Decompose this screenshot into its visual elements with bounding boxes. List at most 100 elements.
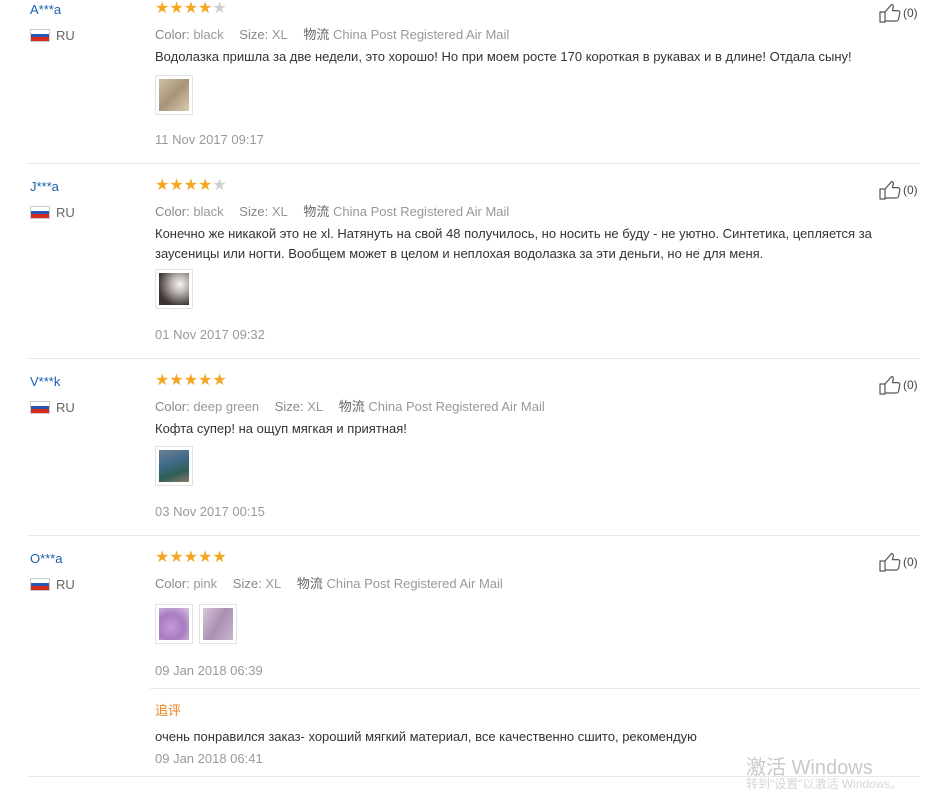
photo-list — [155, 269, 193, 309]
size-label: Size: — [274, 399, 304, 414]
star-rating: ★★★★★ — [155, 373, 227, 389]
color-label: Color: — [155, 27, 190, 42]
size-label: Size: — [232, 576, 262, 591]
star-icon: ★ — [212, 549, 227, 566]
size-label: Size: — [239, 204, 269, 219]
order-info: Color: black Size: XL 物流 China Post Regi… — [155, 201, 509, 220]
star-icon: ★ — [212, 372, 227, 389]
country-code: RU — [56, 205, 75, 220]
reviewer-country: RU — [30, 400, 75, 415]
helpful-button[interactable]: (0) — [879, 180, 918, 200]
review-photo[interactable] — [155, 75, 193, 115]
color-value: black — [193, 204, 224, 219]
color-label: Color: — [155, 576, 190, 591]
photo-list — [155, 75, 193, 115]
star-rating: ★★★★★ — [155, 178, 227, 194]
size-value: XL — [271, 204, 288, 219]
color-label: Color: — [155, 399, 190, 414]
order-info: Color: black Size: XL 物流 China Post Regi… — [155, 24, 509, 43]
review-date: 03 Nov 2017 00:15 — [155, 504, 265, 519]
helpful-button[interactable]: (0) — [879, 552, 918, 572]
star-rating: ★★★★★ — [155, 1, 227, 17]
star-rating: ★★★★★ — [155, 550, 227, 566]
photo-list — [155, 604, 237, 644]
review-text: Водолазка пришла за две недели, это хоро… — [155, 49, 852, 64]
helpful-count: (0) — [903, 378, 918, 392]
reviewer-name[interactable]: A***a — [30, 2, 61, 17]
size-value: XL — [265, 576, 282, 591]
star-icon: ★ — [183, 549, 199, 566]
review-photo[interactable] — [199, 604, 237, 644]
shipping-value: China Post Registered Air Mail — [326, 576, 503, 591]
country-code: RU — [56, 400, 75, 415]
star-icon: ★ — [155, 372, 170, 389]
reviewer-name[interactable]: J***a — [30, 179, 59, 194]
order-info: Color: pink Size: XL 物流 China Post Regis… — [155, 573, 503, 592]
thumbs-up-icon — [879, 3, 901, 23]
color-value: deep green — [193, 399, 260, 414]
review-date: 11 Nov 2017 09:17 — [155, 132, 264, 147]
star-icon: ★ — [169, 177, 184, 194]
size-value: XL — [307, 399, 324, 414]
star-empty-icon: ★ — [212, 0, 227, 17]
activation-watermark-subtitle: 转到"设置"以激活 Windows。 — [746, 777, 903, 791]
shipping-label: 物流 — [303, 27, 330, 42]
shipping-value: China Post Registered Air Mail — [333, 204, 510, 219]
russia-flag-icon — [30, 578, 50, 591]
color-value: pink — [193, 576, 218, 591]
thumbs-up-icon — [879, 180, 901, 200]
star-icon: ★ — [198, 0, 213, 17]
star-icon: ★ — [198, 177, 213, 194]
photo-list — [155, 446, 193, 486]
helpful-count: (0) — [903, 183, 918, 197]
size-label: Size: — [239, 27, 269, 42]
reviewer-name[interactable]: O***a — [30, 551, 63, 566]
divider — [28, 535, 920, 536]
star-icon: ★ — [169, 549, 184, 566]
review-photo[interactable] — [155, 269, 193, 309]
shipping-value: China Post Registered Air Mail — [368, 399, 545, 414]
followup-label: 追评 — [155, 703, 182, 718]
russia-flag-icon — [30, 29, 50, 42]
country-code: RU — [56, 28, 75, 43]
color-label: Color: — [155, 204, 190, 219]
divider — [28, 358, 920, 359]
thumbs-up-icon — [879, 552, 901, 572]
helpful-count: (0) — [903, 6, 918, 20]
divider — [150, 688, 920, 689]
divider — [28, 163, 920, 164]
review-text: Конечно же никакой это не xl. Натянуть н… — [155, 226, 872, 261]
star-icon: ★ — [155, 549, 170, 566]
shipping-value: China Post Registered Air Mail — [333, 27, 510, 42]
reviewer-country: RU — [30, 205, 75, 220]
shipping-label: 物流 — [338, 399, 365, 414]
shipping-label: 物流 — [296, 576, 323, 591]
star-icon: ★ — [169, 0, 184, 17]
star-icon: ★ — [198, 549, 213, 566]
helpful-count: (0) — [903, 555, 918, 569]
country-code: RU — [56, 577, 75, 592]
star-icon: ★ — [183, 177, 199, 194]
star-empty-icon: ★ — [212, 177, 227, 194]
reviewer-country: RU — [30, 28, 75, 43]
followup-date: 09 Jan 2018 06:41 — [155, 751, 263, 766]
color-value: black — [193, 27, 224, 42]
reviewer-country: RU — [30, 577, 75, 592]
review-photo[interactable] — [155, 446, 193, 486]
helpful-button[interactable]: (0) — [879, 3, 918, 23]
review-photo[interactable] — [155, 604, 193, 644]
star-icon: ★ — [198, 372, 213, 389]
thumbs-up-icon — [879, 375, 901, 395]
star-icon: ★ — [169, 372, 184, 389]
russia-flag-icon — [30, 206, 50, 219]
reviewer-name[interactable]: V***k — [30, 374, 60, 389]
followup-text: очень понравился заказ- хороший мягкий м… — [155, 729, 697, 744]
star-icon: ★ — [183, 372, 199, 389]
shipping-label: 物流 — [303, 204, 330, 219]
helpful-button[interactable]: (0) — [879, 375, 918, 395]
star-icon: ★ — [155, 177, 170, 194]
star-icon: ★ — [155, 0, 170, 17]
review-text: Кофта супер! на ощуп мягкая и приятная! — [155, 421, 407, 436]
review-date: 01 Nov 2017 09:32 — [155, 327, 265, 342]
review-date: 09 Jan 2018 06:39 — [155, 663, 263, 678]
